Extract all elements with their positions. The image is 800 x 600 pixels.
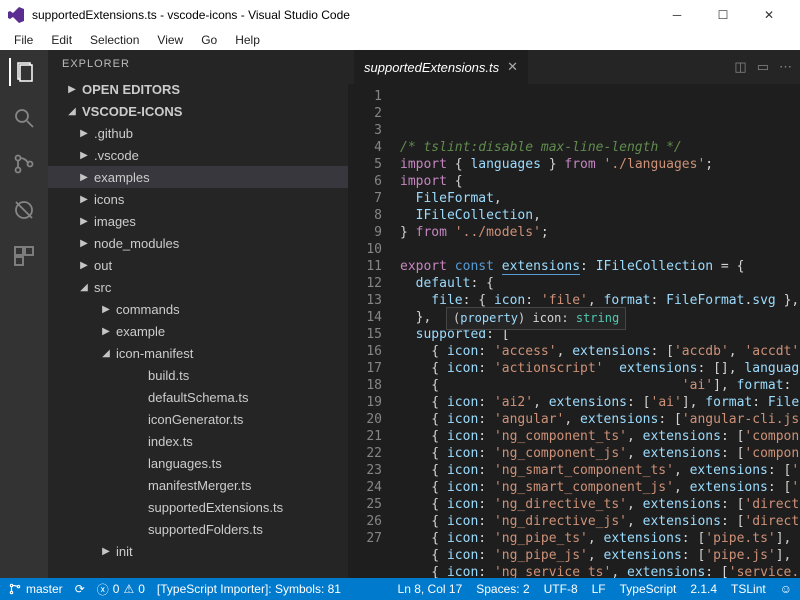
extensions-icon[interactable] — [10, 242, 38, 270]
sidebar-title: EXPLORER — [48, 50, 348, 78]
editor-group: supportedExtensions.ts ✕ ◫ ▭ ⋯ 123456789… — [348, 50, 800, 578]
explorer-icon[interactable] — [9, 58, 37, 86]
code-body[interactable]: /* tslint:disable max-line-length */impo… — [392, 84, 800, 578]
minimize-button[interactable]: ─ — [654, 0, 700, 30]
tree-item[interactable]: ◢src — [48, 276, 348, 298]
git-sync[interactable]: ⟳ — [75, 582, 85, 596]
eol[interactable]: LF — [592, 582, 606, 596]
vs-logo-icon — [8, 7, 24, 23]
tree-item[interactable]: ▶init — [48, 540, 348, 562]
cursor-position[interactable]: Ln 8, Col 17 — [398, 582, 463, 596]
tree-item[interactable]: ▶example — [48, 320, 348, 342]
indent[interactable]: Spaces: 2 — [476, 582, 529, 596]
window-title: supportedExtensions.ts - vscode-icons - … — [32, 8, 654, 22]
feedback-icon[interactable]: ☺ — [780, 582, 792, 596]
tree-file[interactable]: defaultSchema.ts — [48, 386, 348, 408]
tree-item[interactable]: ◢icon-manifest — [48, 342, 348, 364]
hover-tooltip: (property) icon: string — [446, 307, 626, 330]
close-button[interactable]: ✕ — [746, 0, 792, 30]
menu-bar: File Edit Selection View Go Help — [0, 30, 800, 50]
ts-importer[interactable]: [TypeScript Importer]: Symbols: 81 — [157, 582, 341, 596]
tree-item[interactable]: ▶.vscode — [48, 144, 348, 166]
tree-item[interactable]: ▶images — [48, 210, 348, 232]
menu-help[interactable]: Help — [227, 31, 268, 49]
close-icon[interactable]: ✕ — [507, 59, 518, 75]
tree-item[interactable]: ▶examples — [48, 166, 348, 188]
file-tree: ▶OPEN EDITORS ◢VSCODE-ICONS ▶.github ▶.v… — [48, 78, 348, 578]
code-editor[interactable]: 1234567891011121314151617181920212223242… — [348, 84, 800, 578]
toggle-panel-icon[interactable]: ▭ — [757, 59, 769, 75]
git-branch[interactable]: master — [8, 582, 63, 596]
tree-file[interactable]: supportedExtensions.ts — [48, 496, 348, 518]
tree-item[interactable]: ▶out — [48, 254, 348, 276]
tree-file[interactable]: build.ts — [48, 364, 348, 386]
title-bar: supportedExtensions.ts - vscode-icons - … — [0, 0, 800, 30]
tree-item[interactable]: ▶.github — [48, 122, 348, 144]
open-editors-section[interactable]: ▶OPEN EDITORS — [48, 78, 348, 100]
folder-root[interactable]: ◢VSCODE-ICONS — [48, 100, 348, 122]
tab-label: supportedExtensions.ts — [364, 60, 499, 75]
tree-item[interactable]: ▶commands — [48, 298, 348, 320]
debug-icon[interactable] — [10, 196, 38, 224]
more-icon[interactable]: ⋯ — [779, 59, 792, 75]
menu-edit[interactable]: Edit — [43, 31, 80, 49]
menu-view[interactable]: View — [149, 31, 191, 49]
line-gutter: 1234567891011121314151617181920212223242… — [348, 84, 392, 578]
tree-file[interactable]: languages.ts — [48, 452, 348, 474]
split-editor-icon[interactable]: ◫ — [734, 59, 746, 75]
tree-file[interactable]: manifestMerger.ts — [48, 474, 348, 496]
menu-file[interactable]: File — [6, 31, 41, 49]
encoding[interactable]: UTF-8 — [544, 582, 578, 596]
tree-file[interactable]: iconGenerator.ts — [48, 408, 348, 430]
ts-version[interactable]: 2.1.4 — [690, 582, 717, 596]
status-bar: master ⟳ ⓧ 0 ⚠ 0 [TypeScript Importer]: … — [0, 578, 800, 600]
activity-bar — [0, 50, 48, 578]
search-icon[interactable] — [10, 104, 38, 132]
maximize-button[interactable]: ☐ — [700, 0, 746, 30]
source-control-icon[interactable] — [10, 150, 38, 178]
menu-selection[interactable]: Selection — [82, 31, 147, 49]
editor-tab[interactable]: supportedExtensions.ts ✕ — [354, 50, 528, 84]
menu-go[interactable]: Go — [193, 31, 225, 49]
tree-item[interactable]: ▶node_modules — [48, 232, 348, 254]
problems[interactable]: ⓧ 0 ⚠ 0 — [97, 581, 145, 598]
tree-file[interactable]: supportedFolders.ts — [48, 518, 348, 540]
explorer-sidebar: EXPLORER ▶OPEN EDITORS ◢VSCODE-ICONS ▶.g… — [48, 50, 348, 578]
tree-file[interactable]: index.ts — [48, 430, 348, 452]
tree-item[interactable]: ▶icons — [48, 188, 348, 210]
tslint[interactable]: TSLint — [731, 582, 766, 596]
editor-tabs: supportedExtensions.ts ✕ ◫ ▭ ⋯ — [348, 50, 800, 84]
language-mode[interactable]: TypeScript — [620, 582, 677, 596]
